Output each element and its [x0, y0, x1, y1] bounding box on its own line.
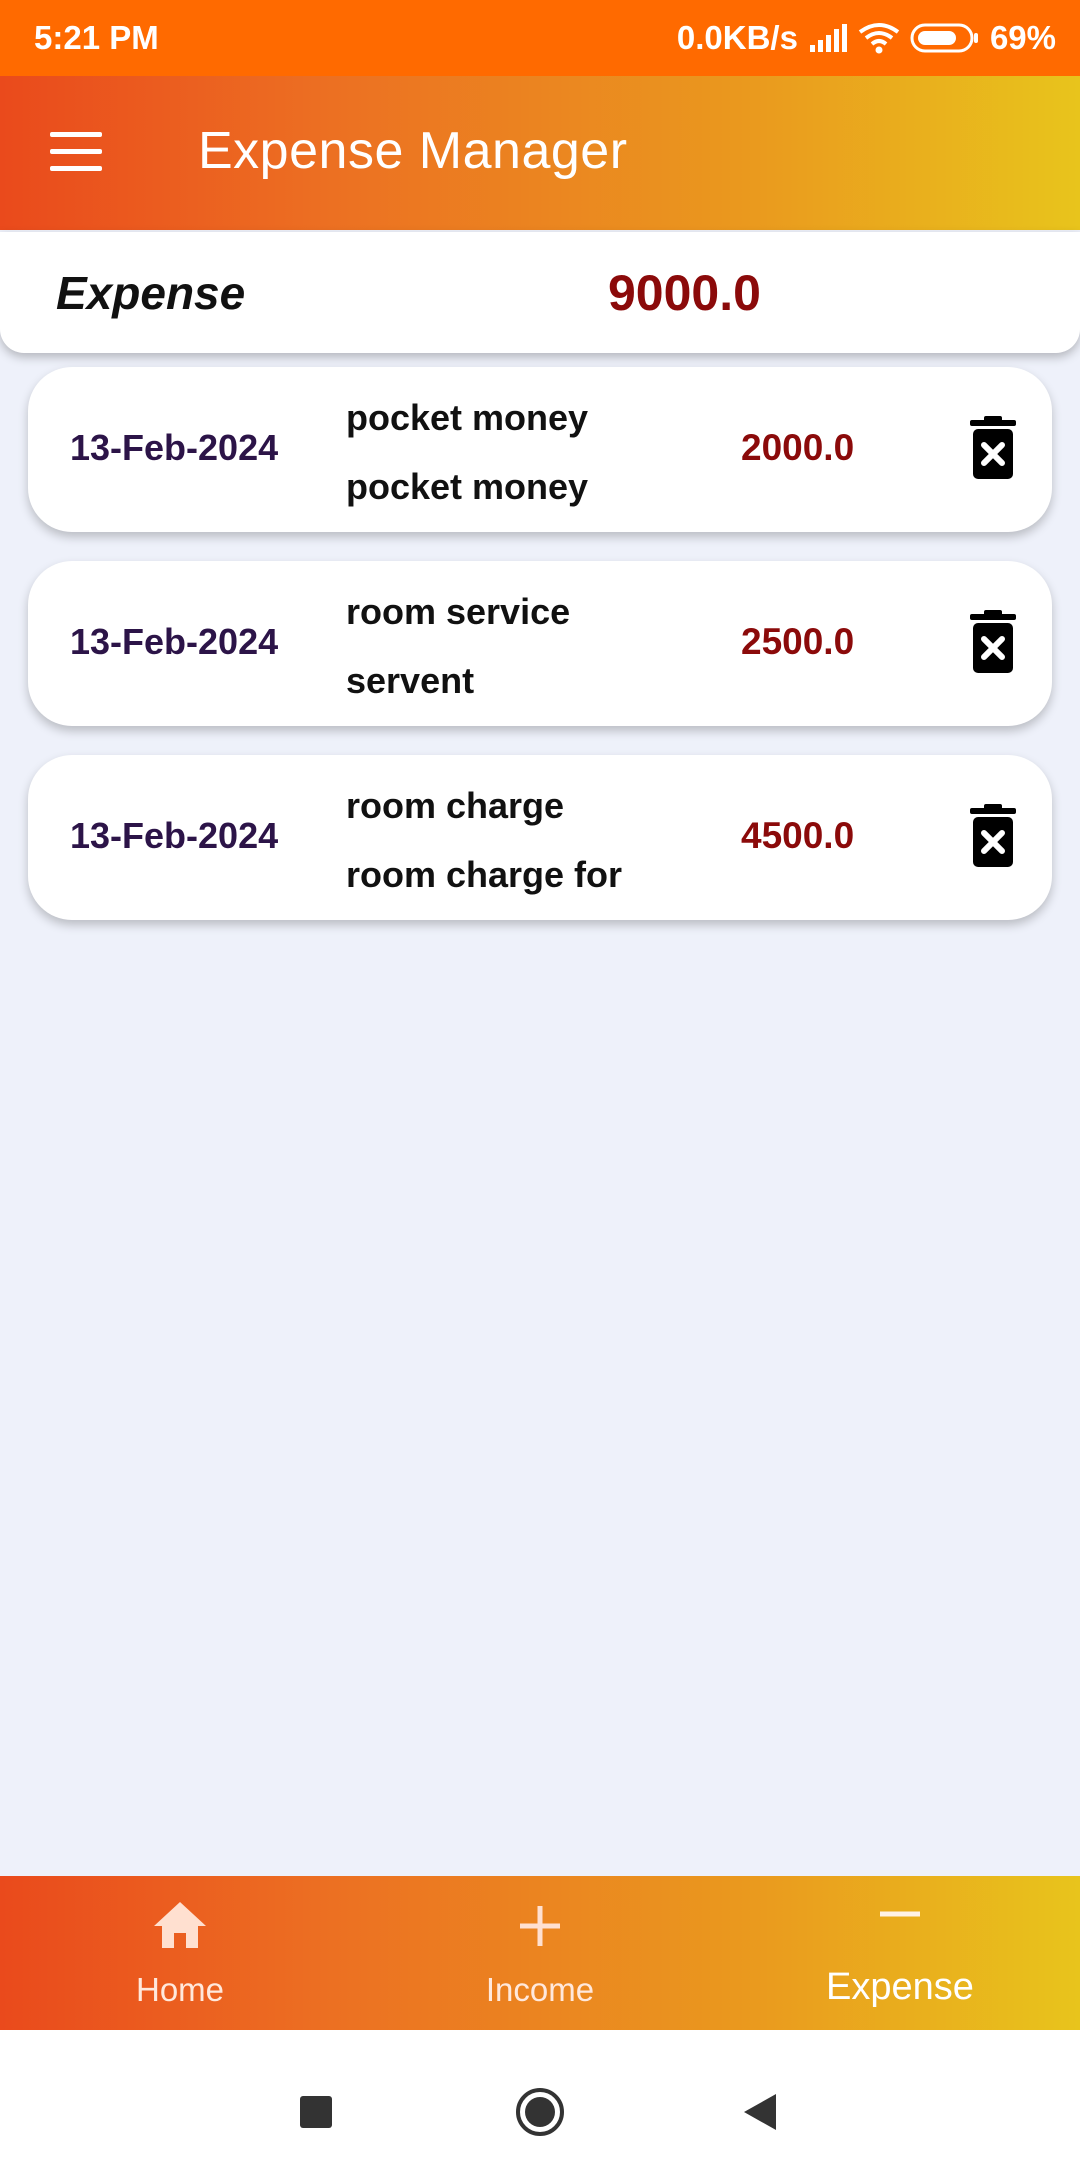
- status-indicators: 0.0KB/s 69%: [677, 19, 1056, 57]
- expense-title: room charge: [346, 785, 565, 826]
- nav-home[interactable]: Home: [0, 1876, 360, 2030]
- wifi-icon: [858, 22, 900, 54]
- minus-icon: [877, 1900, 923, 1935]
- expense-description: servent: [346, 660, 475, 701]
- expense-date: 13-Feb-2024: [70, 621, 279, 662]
- expense-summary-card: Expense 9000.0: [0, 232, 1080, 353]
- app-bar: Expense Manager: [0, 76, 1080, 230]
- nav-expense[interactable]: Expense: [720, 1876, 1080, 2030]
- expense-item[interactable]: 13-Feb-2024 pocket money pocket money 20…: [28, 367, 1052, 532]
- status-time: 5:21 PM: [34, 19, 159, 56]
- recents-button[interactable]: [298, 2094, 334, 2135]
- expense-date: 13-Feb-2024: [70, 427, 279, 468]
- home-button[interactable]: [514, 2086, 566, 2143]
- expense-amount: 2000.0: [741, 427, 855, 468]
- home-icon: [152, 1900, 208, 1955]
- expense-description: pocket money: [346, 466, 589, 507]
- app-title: Expense Manager: [198, 122, 628, 180]
- summary-total: 9000.0: [608, 265, 761, 321]
- summary-label: Expense: [56, 267, 246, 319]
- system-navigation-bar: [0, 2030, 1080, 2160]
- network-speed: 0.0KB/s: [676, 19, 798, 56]
- status-bar: 5:21 PM 0.0KB/s 69%: [0, 0, 1080, 76]
- battery-percent: 69%: [989, 19, 1056, 56]
- battery-icon: [910, 22, 980, 54]
- delete-icon[interactable]: [968, 416, 1018, 480]
- nav-home-label: Home: [135, 1971, 225, 2008]
- hamburger-menu-icon[interactable]: [50, 132, 104, 172]
- expense-title: room service: [346, 591, 571, 632]
- expense-title: pocket money: [346, 397, 589, 438]
- expense-list: 13-Feb-2024 pocket money pocket money 20…: [28, 367, 1052, 949]
- nav-expense-label: Expense: [826, 1966, 974, 2008]
- expense-description: room charge for: [346, 854, 623, 895]
- expense-amount: 4500.0: [741, 815, 855, 856]
- delete-icon[interactable]: [968, 610, 1018, 674]
- nav-income-label: Income: [485, 1971, 595, 2008]
- expense-item[interactable]: 13-Feb-2024 room service servent 2500.0: [28, 561, 1052, 726]
- expense-item[interactable]: 13-Feb-2024 room charge room charge for …: [28, 755, 1052, 920]
- bottom-navigation: Home Income Expense: [0, 1876, 1080, 2030]
- delete-icon[interactable]: [968, 804, 1018, 868]
- plus-icon: [517, 1900, 563, 1955]
- expense-date: 13-Feb-2024: [70, 815, 279, 856]
- nav-income[interactable]: Income: [360, 1876, 720, 2030]
- signal-icon: [808, 23, 848, 53]
- expense-amount: 2500.0: [741, 621, 855, 662]
- back-button[interactable]: [742, 2092, 778, 2137]
